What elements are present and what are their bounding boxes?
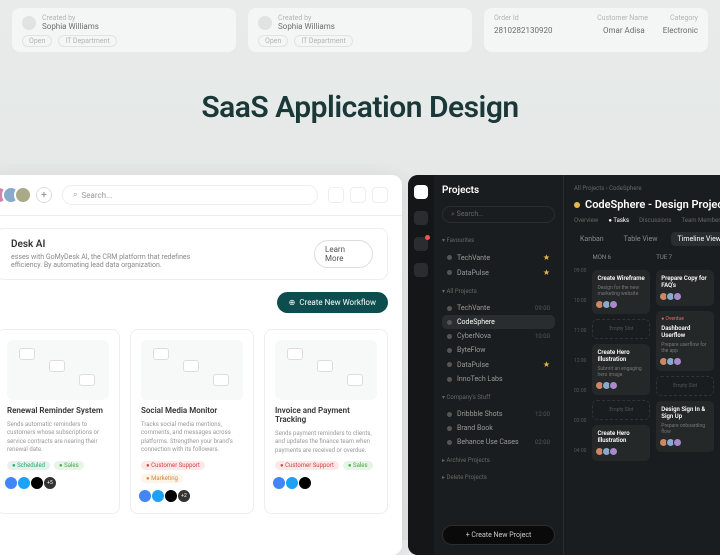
day-header: TUE 7 — [656, 254, 714, 261]
card-title: Social Media Monitor — [141, 406, 243, 415]
time-label: 12:00 — [574, 358, 586, 384]
day-header: MON 6 — [592, 254, 650, 261]
search-input[interactable]: ⌕Search... — [62, 185, 318, 205]
home-icon[interactable] — [414, 211, 428, 225]
calendar-icon[interactable] — [414, 263, 428, 277]
tag: ● Scheduled — [7, 461, 50, 470]
workflow-card[interactable]: Invoice and Payment Tracking Sends paymen… — [264, 329, 388, 514]
new-project-button[interactable]: + Create New Project — [442, 525, 555, 545]
workflow-card[interactable]: Renewal Reminder System Sends automatic r… — [0, 329, 120, 514]
card-integrations: +5 — [7, 476, 109, 490]
list-icon[interactable] — [350, 187, 366, 203]
section-archive[interactable]: ▸ Archive Projects — [442, 457, 555, 464]
star-icon: ★ — [543, 268, 550, 277]
ai-banner: Desk AI esses with GoMyDesk AI, the CRM … — [0, 228, 388, 280]
tab[interactable]: Discussions — [639, 217, 671, 224]
folder-icon[interactable] — [414, 237, 428, 251]
dark-sidebar: Projects ⌕ Search... ▾ Favourites TechVa… — [434, 175, 564, 555]
header-avatars — [0, 186, 32, 204]
star-icon: ★ — [543, 360, 550, 369]
card-title: Invoice and Payment Tracking — [275, 406, 377, 424]
card-desc: Tracks social media mentions, comments, … — [141, 421, 243, 455]
app-light: + ⌕Search... Desk AI esses with GoMyDesk… — [0, 175, 402, 555]
time-label: 02:00 — [574, 388, 586, 414]
time-label: 11:00 — [574, 328, 586, 354]
sidebar-item[interactable]: DataPulse★ — [442, 265, 555, 280]
section-favourites: ▾ Favourites — [442, 237, 555, 244]
workflow-grid: Renewal Reminder System Sends automatic r… — [0, 323, 402, 520]
sidebar-item[interactable]: TechVante09:00 — [442, 301, 555, 315]
task-card[interactable]: Create Hero Illustration — [592, 425, 650, 461]
sidebar-item[interactable]: Dribbble Shots12:00 — [442, 407, 555, 421]
bg-card: Created bySophia Williams OpenIT Departm… — [12, 8, 236, 52]
card-integrations — [275, 476, 377, 490]
tag: ● Customer Support — [275, 461, 339, 470]
view-switcher: Kanban Table View Timeline View — [574, 232, 720, 246]
task-card[interactable]: Create Hero IllustrationSubmit an engagi… — [592, 344, 650, 395]
tag: ● Sales — [343, 461, 373, 470]
empty-slot[interactable]: Empty Slot — [592, 319, 650, 339]
banner-title: Desk AI — [11, 239, 314, 250]
bg-card: Created bySophia Williams OpenIT Departm… — [248, 8, 472, 52]
timeline: 09:00 10:00 11:00 12:00 02:00 03:00 04:00 MON … — [574, 254, 720, 474]
app-dark: Projects ⌕ Search... ▾ Favourites TechVa… — [408, 175, 720, 555]
tag: ● Sales — [54, 461, 84, 470]
grid-icon[interactable] — [328, 187, 344, 203]
view-option[interactable]: Timeline View — [671, 232, 720, 246]
tab[interactable]: Overview — [574, 217, 598, 224]
tab[interactable]: ● Tasks — [608, 217, 629, 224]
page-title: SaaS Application Design — [0, 90, 720, 125]
time-label: 10:00 — [574, 298, 586, 324]
card-integrations: +2 — [141, 489, 243, 503]
tag: ● Customer Support — [141, 461, 205, 470]
empty-slot[interactable]: Empty Slot — [592, 400, 650, 420]
view-option[interactable]: Table View — [618, 232, 664, 246]
bell-icon[interactable] — [372, 187, 388, 203]
sidebar-search[interactable]: ⌕ Search... — [442, 206, 555, 223]
view-option[interactable]: Kanban — [574, 232, 610, 246]
banner-text: esses with GoMyDesk AI, the CRM platform… — [11, 253, 208, 269]
sidebar-title: Projects — [442, 185, 555, 196]
sidebar-item[interactable]: InnoTech Labs — [442, 372, 555, 386]
bg-card-order: Order IdCustomer NameCategory 2810282130… — [484, 8, 708, 52]
sidebar-item[interactable]: TechVante★ — [442, 250, 555, 265]
create-workflow-button[interactable]: ⊕Create New Workflow — [277, 292, 388, 313]
card-desc: Sends payment reminders to clients, and … — [275, 430, 377, 455]
sidebar-item[interactable]: Brand Book — [442, 421, 555, 435]
sidebar-item[interactable]: CodeSphere — [442, 315, 555, 329]
sidebar-item[interactable]: ByteFlow — [442, 343, 555, 357]
section-company: ▾ Company's Stuff — [442, 394, 555, 401]
project-tabs: Overview ● Tasks Discussions Team Members — [574, 217, 720, 224]
sidebar-item[interactable]: CyberNova10:00 — [442, 329, 555, 343]
task-card[interactable]: Prepare Copy for FAQ's — [656, 270, 714, 306]
section-all: ▾ All Projects — [442, 288, 555, 295]
tab[interactable]: Team Members — [682, 217, 720, 224]
sidebar-item[interactable]: Behance Use Cases02:00 — [442, 435, 555, 449]
card-title: Renewal Reminder System — [7, 406, 109, 415]
empty-slot[interactable]: Empty Slot — [656, 376, 714, 396]
time-label: 09:00 — [574, 268, 586, 294]
breadcrumb: All Projects › CodeSphere — [574, 185, 720, 192]
task-card[interactable]: Design Sign In & Sign UpPrepare onboardi… — [656, 401, 714, 452]
tag: ● Marketing — [141, 474, 183, 483]
dark-main: All Projects › CodeSphere CodeSphere - D… — [564, 175, 720, 555]
sidebar-item[interactable]: DataPulse★ — [442, 357, 555, 372]
card-desc: Sends automatic reminders to customers w… — [7, 421, 109, 455]
add-member-button[interactable]: + — [36, 187, 52, 203]
plus-icon: ⊕ — [289, 298, 296, 307]
time-label: 03:00 — [574, 418, 586, 444]
logo-icon[interactable] — [414, 185, 428, 199]
section-delete[interactable]: ▸ Delete Projects — [442, 474, 555, 481]
workflow-card[interactable]: Social Media Monitor Tracks social media … — [130, 329, 254, 514]
time-label: 04:00 — [574, 448, 586, 474]
background-cards: Created bySophia Williams OpenIT Departm… — [0, 0, 720, 60]
nav-rail — [408, 175, 434, 555]
light-header: + ⌕Search... — [0, 175, 402, 216]
project-title: CodeSphere - Design Project — [574, 198, 720, 211]
star-icon: ★ — [543, 253, 550, 262]
task-card[interactable]: Create WireframeDesign for the new marke… — [592, 270, 650, 314]
search-icon: ⌕ — [73, 190, 77, 200]
task-card[interactable]: ● OverdueDashboard UserflowPrepare userf… — [656, 311, 714, 371]
learn-more-button[interactable]: Learn More — [314, 240, 373, 268]
